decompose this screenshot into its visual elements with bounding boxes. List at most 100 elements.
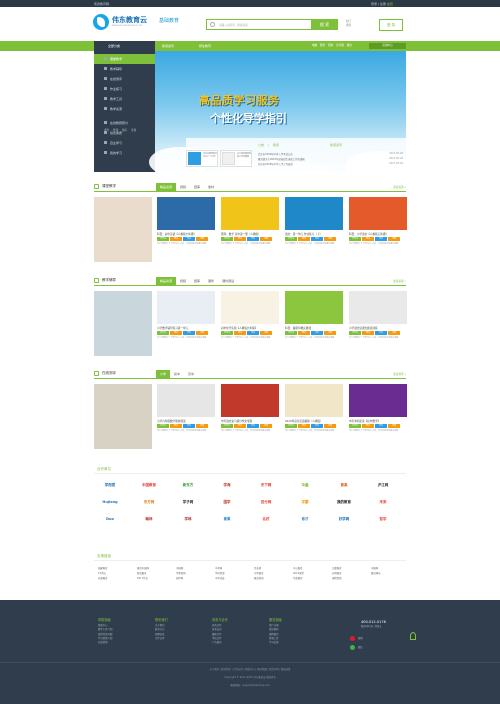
- news-card[interactable]: 关于提高教育质量工作的通知: [220, 150, 252, 167]
- section-tab[interactable]: 小学: [156, 370, 171, 379]
- section-feature-image[interactable]: [94, 384, 152, 449]
- sidebar-item[interactable]: 教学工具: [94, 94, 155, 104]
- resource-card[interactable]: 小学数学辅导练习第一单元 已学习 预习 作业 评测 已上传课件1个 已学习15 人次，共作…: [157, 291, 215, 371]
- resource-thumbnail[interactable]: [221, 197, 279, 230]
- resource-title[interactable]: 中考语文复习满分作文专题: [221, 419, 279, 423]
- partner-logo[interactable]: 天下网: [252, 480, 280, 490]
- resource-title[interactable]: 小学语文读课文朗读训练: [349, 326, 407, 330]
- section-tab[interactable]: 初中: [170, 370, 184, 379]
- resource-thumbnail[interactable]: [221, 291, 279, 324]
- section-tab[interactable]: 视频: [176, 183, 190, 192]
- footer-link[interactable]: 合作伙伴: [155, 637, 168, 641]
- partner-logo[interactable]: Hujiang: [96, 497, 124, 507]
- resource-card[interactable]: 初中化学实验【人教版九年级】 已学习 预习 作业 评测 已上传课件1个 已学习15 人次，…: [221, 291, 279, 371]
- nav-item-news[interactable]: 新闻资讯: [162, 44, 174, 48]
- news-line[interactable]: 教育部关于2015年高校招生录取工作的通知 2015-05-26: [258, 157, 403, 161]
- news-line[interactable]: 北京市2015年中学入学工作意见 2015-05-26: [258, 162, 403, 166]
- sidebar-item[interactable]: 在线测评: [94, 74, 155, 84]
- partner-logo[interactable]: 百分网: [252, 497, 280, 507]
- sidebar-item[interactable]: 教学辅导: [94, 64, 155, 74]
- resource-thumbnail[interactable]: [349, 384, 407, 417]
- section-feature-image[interactable]: [94, 291, 152, 356]
- resource-title[interactable]: 初中化学实验【人教版九年级】: [221, 326, 279, 330]
- friend-link[interactable]: 国学网: [176, 576, 183, 580]
- friend-link[interactable]: 文都教育: [332, 566, 342, 570]
- search-button[interactable]: 搜 索: [311, 19, 338, 30]
- more-link[interactable]: 更多测评 »: [393, 372, 406, 376]
- resource-card[interactable]: 中考冲刺必读【初中数学】 已学习 预习 作业 评测 已上传课件1个 已学习15 人次，共作…: [349, 384, 407, 464]
- resource-thumbnail[interactable]: [349, 197, 407, 230]
- footer-link[interactable]: 教学工具介绍: [98, 628, 112, 632]
- resource-title[interactable]: 科目：小学语文【人教版五年级】: [349, 232, 407, 236]
- footer-link[interactable]: 学习反馈: [269, 641, 282, 645]
- section-feature-image[interactable]: [94, 197, 152, 262]
- footer-links[interactable]: 关于我们 | 联系我们 | 合作伙伴 | 帮助中心 | 网站地图 | 免责声明 …: [0, 667, 500, 671]
- sidebar-item[interactable]: 课堂教学: [94, 54, 155, 64]
- partner-logo[interactable]: 智学: [369, 514, 397, 524]
- resource-card[interactable]: 理科：数学 高中第一册（人教版） 已学习 预习 作业 评测 已上传课件1个 已学习15 人…: [221, 197, 279, 277]
- resource-title[interactable]: 科目：暑期早教实践课: [285, 326, 343, 330]
- resource-title[interactable]: 中考冲刺必读【初中数学】: [349, 419, 407, 423]
- partner-logo[interactable]: 学海: [213, 480, 241, 490]
- friend-link[interactable]: 国家教育: [98, 566, 108, 570]
- friend-link[interactable]: 新浪教育: [137, 571, 147, 575]
- resource-card[interactable]: 2015年高考英语模拟（人教版） 已学习 预习 作业 评测 已上传课件1个 已学习15 人…: [285, 384, 343, 464]
- partner-logo[interactable]: 好学网: [330, 514, 358, 524]
- resource-card[interactable]: 小学六年级数学期末测试 已学习 预习 作业 评测 已上传课件1个 已学习15 人次，共作业…: [157, 384, 215, 464]
- resource-thumbnail[interactable]: [349, 291, 407, 324]
- resource-thumbnail[interactable]: [285, 384, 343, 417]
- friend-link[interactable]: 中国网: [176, 566, 183, 570]
- footer-link[interactable]: 广告服务: [212, 641, 228, 645]
- partner-logo[interactable]: 新东方: [174, 480, 202, 490]
- footer-link[interactable]: 在线资源: [98, 641, 112, 645]
- section-tab[interactable]: 课件: [204, 277, 218, 286]
- section-tab[interactable]: 精品资源: [156, 277, 177, 286]
- partner-logo[interactable]: 学霸: [291, 497, 319, 507]
- resource-thumbnail[interactable]: [157, 384, 215, 417]
- partner-logo[interactable]: 我的教育: [330, 497, 358, 507]
- sidebar-item[interactable]: 教学资源: [94, 104, 155, 114]
- partner-logo[interactable]: 名校: [252, 514, 280, 524]
- news-card[interactable]: 北京市教育委员会关于（公告）: [186, 150, 218, 167]
- partner-logo[interactable]: 未来: [369, 497, 397, 507]
- app-center-button[interactable]: 应用中心: [369, 43, 406, 49]
- partner-logo[interactable]: 华鑫: [291, 480, 319, 490]
- section-tab[interactable]: 题库: [190, 277, 204, 286]
- sidebar-item[interactable]: 我的学习: [94, 148, 155, 158]
- friend-link[interactable]: 作业帮: [254, 566, 261, 570]
- section-tab[interactable]: 课外阅读: [218, 277, 238, 286]
- partner-logo[interactable]: 青果: [213, 514, 241, 524]
- login-button[interactable]: 登 录: [379, 19, 403, 31]
- friend-link[interactable]: 乐课教育: [98, 576, 108, 580]
- resource-title[interactable]: 理科：数学 高中第一册（人教版）: [221, 232, 279, 236]
- resource-thumbnail[interactable]: [157, 291, 215, 324]
- more-link[interactable]: 更多资源 »: [393, 279, 406, 283]
- friend-link[interactable]: 21世纪: [98, 571, 106, 575]
- sidebar-item[interactable]: 在线教研研讨: [94, 118, 155, 128]
- logo-icon[interactable]: [93, 14, 109, 30]
- friend-link[interactable]: 教育新闻: [254, 576, 264, 580]
- partner-logo[interactable]: 东方网: [135, 497, 163, 507]
- friend-link[interactable]: 华英教育: [293, 576, 303, 580]
- nav-right-links[interactable]: 电脑 服务 帮助 分享圈 我的: [312, 41, 352, 51]
- resource-thumbnail[interactable]: [157, 197, 215, 230]
- resource-title[interactable]: 2015年高考英语模拟（人教版）: [285, 419, 343, 423]
- resource-card[interactable]: 科目：暑期早教实践课 已学习 预习 作业 评测 已上传课件1个 已学习15 人次，共作业练…: [285, 291, 343, 371]
- friend-link[interactable]: 学科资源: [215, 571, 225, 575]
- partner-logo[interactable]: 学子网: [174, 497, 202, 507]
- friend-link[interactable]: 学而思网: [176, 571, 186, 575]
- friend-link[interactable]: 中国网: [371, 566, 378, 570]
- partner-logo[interactable]: 翰林: [135, 514, 163, 524]
- resource-card[interactable]: 小学语文读课文朗读训练 已学习 预习 作业 评测 已上传课件1个 已学习15 人次，共作业…: [349, 291, 407, 371]
- resource-thumbnail[interactable]: [285, 291, 343, 324]
- partner-logo[interactable]: 育才: [291, 514, 319, 524]
- news-tabs[interactable]: 公告 / 新闻: [258, 143, 279, 147]
- friend-link[interactable]: 中公教育: [293, 566, 303, 570]
- resource-thumbnail[interactable]: [285, 197, 343, 230]
- nav-item-teachers[interactable]: 师生教育: [199, 44, 211, 48]
- partner-logo[interactable]: 学而思: [96, 480, 124, 490]
- partner-logo[interactable]: 育英: [330, 480, 358, 490]
- section-tab[interactable]: 素材: [204, 183, 218, 192]
- section-tab[interactable]: 高中: [184, 370, 198, 379]
- resource-card[interactable]: 中考语文复习满分作文专题 已学习 预习 作业 评测 已上传课件1个 已学习15 人次，共作…: [221, 384, 279, 464]
